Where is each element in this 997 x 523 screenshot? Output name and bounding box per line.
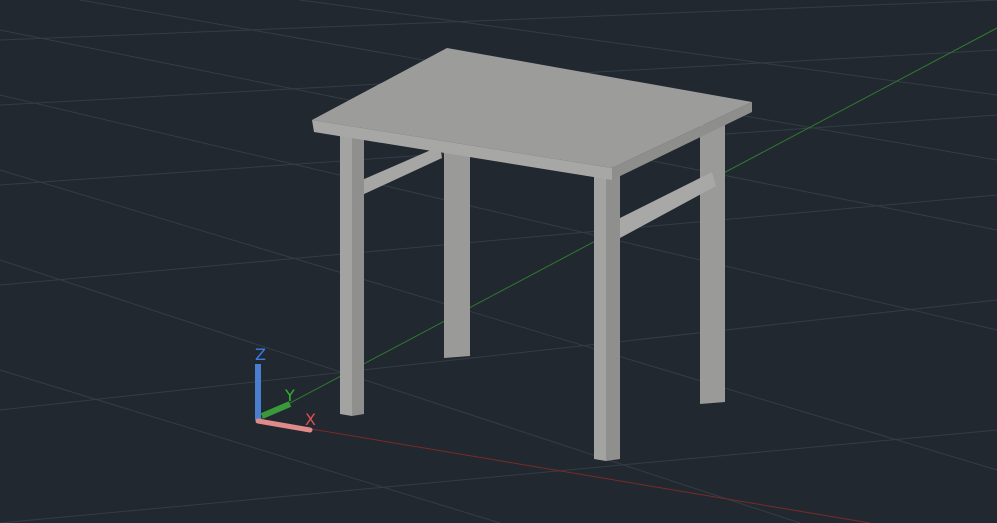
table-leg-front-right [594,175,606,461]
table-leg-front-left-side [352,130,364,416]
table-model[interactable] [312,48,752,461]
model-viewport[interactable]: Z Y X [0,0,997,523]
viewport-canvas[interactable]: Z Y X [0,0,997,523]
ucs-x-axis [255,418,313,433]
x-axis-line [257,419,871,523]
ucs-icon[interactable]: Z Y X [255,345,316,433]
table-leg-front-left [340,130,352,416]
table-leg-back-right [700,125,725,404]
table-top-surface [312,48,752,168]
ucs-z-label: Z [255,345,266,364]
ucs-y-label: Y [284,386,295,405]
table-rail-left [362,146,442,195]
table-leg-front-right-side [606,172,620,461]
ucs-z-axis [255,364,261,420]
ucs-y-axis [260,401,292,419]
table-leg-back-left [444,150,470,358]
ucs-x-label: X [305,410,316,429]
